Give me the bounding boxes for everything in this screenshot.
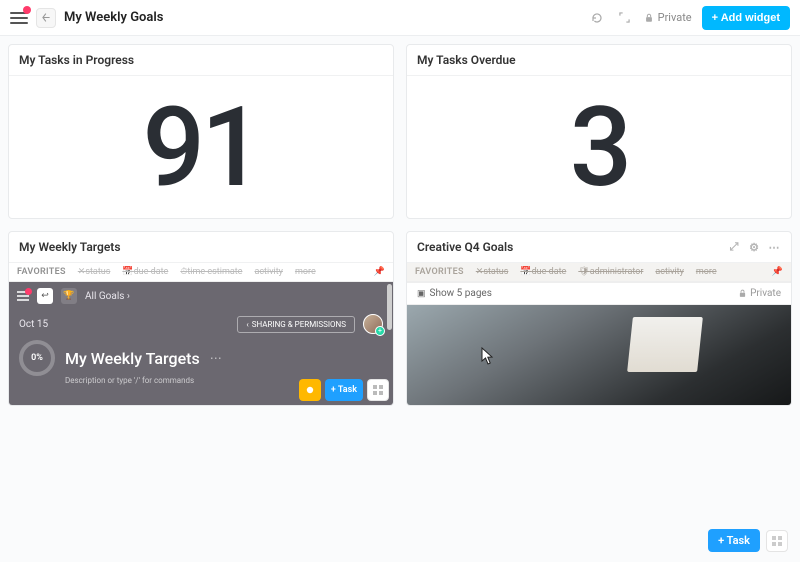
filter-time-estimate[interactable]: ⏱time estimate bbox=[180, 267, 242, 277]
widget-title: My Weekly Targets bbox=[9, 232, 393, 263]
sharing-permissions-button[interactable]: ‹ SHARING & PERMISSIONS bbox=[237, 316, 355, 333]
pin-icon[interactable]: 📌 bbox=[374, 267, 385, 277]
notification-dot-icon bbox=[23, 6, 31, 14]
cover-image bbox=[407, 305, 791, 405]
apps-grid-icon[interactable] bbox=[766, 530, 788, 552]
filter-status[interactable]: ✕status bbox=[476, 267, 509, 277]
filter-due-date[interactable]: 📅due date bbox=[520, 267, 566, 277]
collapse-icon[interactable]: ▣ bbox=[417, 289, 426, 299]
filter-status[interactable]: ✕status bbox=[78, 267, 111, 277]
mouse-cursor-icon bbox=[481, 347, 497, 365]
back-button[interactable] bbox=[36, 8, 56, 28]
all-goals-breadcrumb[interactable]: All Goals › bbox=[85, 291, 130, 302]
global-new-task-button[interactable]: + Task bbox=[708, 529, 760, 552]
apps-grid-icon[interactable] bbox=[367, 379, 389, 401]
record-button[interactable] bbox=[299, 379, 321, 401]
show-pages-label[interactable]: Show 5 pages bbox=[430, 288, 492, 299]
filter-administrator[interactable]: 🛡administrator bbox=[578, 267, 643, 277]
embedded-goals-panel: ↩ 🏆 All Goals › Oct 15 ‹ SHARING & PERMI… bbox=[9, 282, 393, 405]
filter-activity[interactable]: activity bbox=[254, 267, 283, 277]
privacy-toggle[interactable]: Private bbox=[644, 11, 692, 24]
more-options-icon[interactable]: ⋯ bbox=[767, 240, 781, 254]
lock-icon bbox=[644, 13, 654, 23]
expand-icon[interactable]: ⤢ bbox=[727, 240, 741, 254]
embedded-filter-bar: FAVORITES ✕status 📅due date ⏱time estima… bbox=[9, 263, 393, 282]
scrollbar-thumb[interactable] bbox=[387, 284, 392, 330]
add-widget-button[interactable]: + Add widget bbox=[702, 6, 790, 30]
tasks-overdue-value: 3 bbox=[407, 76, 791, 218]
date-label: Oct 15 bbox=[19, 319, 48, 330]
embed-back-icon[interactable]: ↩ bbox=[37, 288, 53, 304]
settings-gear-icon[interactable]: ⚙ bbox=[747, 240, 761, 254]
floating-action-bar: + Task bbox=[708, 529, 788, 552]
widget-weekly-targets: My Weekly Targets FAVORITES ✕status 📅due… bbox=[8, 231, 394, 406]
embedded-title: My Weekly Targets bbox=[65, 349, 200, 368]
more-options-icon[interactable]: ⋯ bbox=[210, 351, 222, 365]
filter-more[interactable]: more bbox=[696, 267, 717, 277]
widget-title: My Tasks Overdue bbox=[407, 45, 791, 76]
add-user-icon[interactable]: + bbox=[375, 326, 385, 336]
privacy-label: Private bbox=[658, 11, 692, 24]
widget-creative-goals: Creative Q4 Goals ⤢ ⚙ ⋯ FAVORITES ✕statu… bbox=[406, 231, 792, 406]
tasks-in-progress-value: 91 bbox=[9, 76, 393, 218]
dashboard-grid: My Tasks in Progress 91 My Tasks Overdue… bbox=[0, 36, 800, 414]
embed-menu-icon[interactable] bbox=[17, 291, 29, 301]
menu-hamburger-icon[interactable] bbox=[10, 9, 28, 27]
widget-tasks-overdue: My Tasks Overdue 3 bbox=[406, 44, 792, 219]
filter-more[interactable]: more bbox=[295, 267, 316, 277]
filter-activity[interactable]: activity bbox=[655, 267, 684, 277]
top-right-actions: Private + Add widget bbox=[588, 6, 790, 30]
favorites-label: FAVORITES bbox=[415, 267, 464, 277]
widget-tasks-in-progress: My Tasks in Progress 91 bbox=[8, 44, 394, 219]
filter-due-date[interactable]: 📅due date bbox=[122, 267, 168, 277]
top-bar: My Weekly Goals Private + Add widget bbox=[0, 0, 800, 36]
pin-icon[interactable]: 📌 bbox=[772, 267, 783, 277]
progress-ring: 0% bbox=[19, 340, 55, 376]
lock-icon bbox=[738, 289, 747, 298]
widget-title: My Tasks in Progress bbox=[9, 45, 393, 76]
new-task-button[interactable]: + Task bbox=[325, 379, 363, 401]
widget-title: Creative Q4 Goals bbox=[417, 240, 513, 254]
embedded-privacy[interactable]: Private bbox=[738, 288, 781, 299]
favorites-label: FAVORITES bbox=[17, 267, 66, 277]
page-title: My Weekly Goals bbox=[64, 10, 580, 25]
embedded-filter-bar: FAVORITES ✕status 📅due date 🛡administrat… bbox=[407, 263, 791, 282]
expand-icon[interactable] bbox=[616, 9, 634, 27]
refresh-icon[interactable] bbox=[588, 9, 606, 27]
trophy-icon[interactable]: 🏆 bbox=[61, 288, 77, 304]
